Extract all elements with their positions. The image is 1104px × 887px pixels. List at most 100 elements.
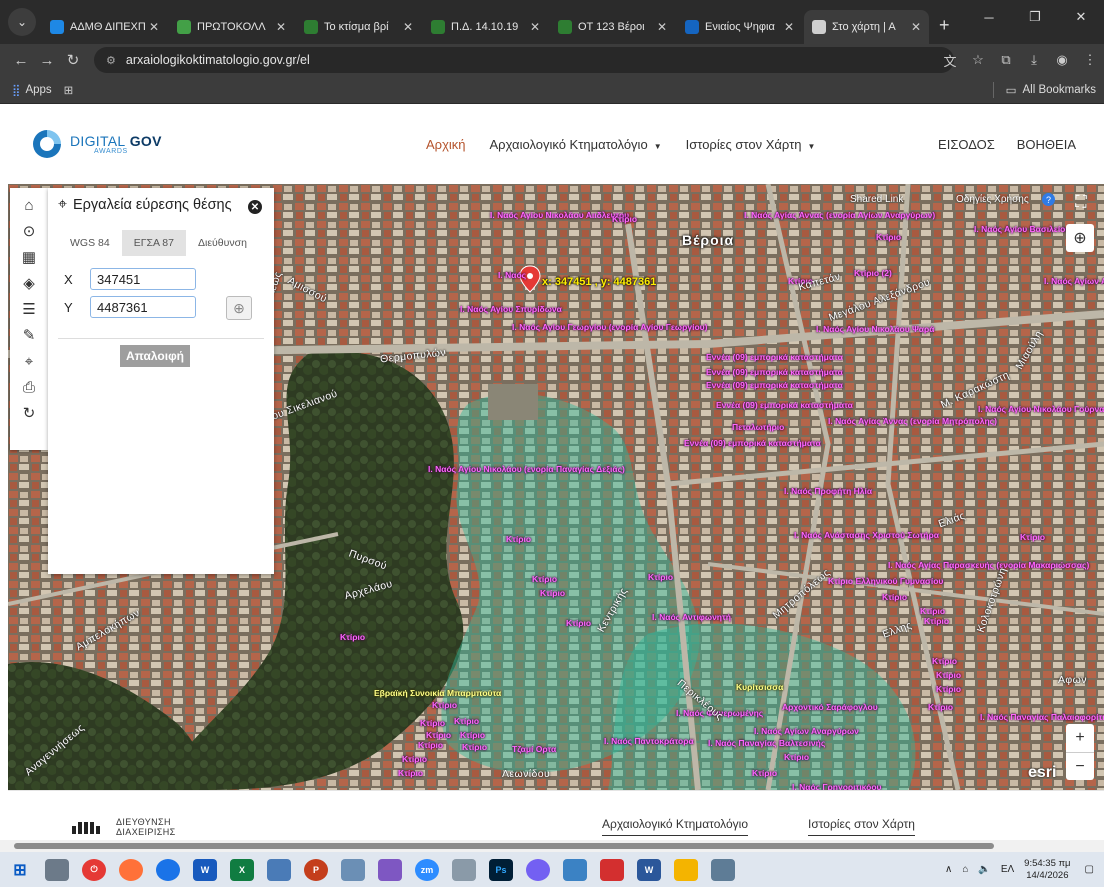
acrobat-icon[interactable]	[600, 858, 624, 881]
minimize-icon[interactable]: ─	[966, 0, 1012, 34]
map-feature-label[interactable]: Κυρίτσισσα	[736, 682, 783, 692]
volume-icon[interactable]: 🔈	[978, 864, 990, 875]
map-feature-label[interactable]: Κτίριο	[506, 534, 531, 544]
measure-ruler-icon[interactable]: ✎	[17, 322, 41, 348]
map-feature-label[interactable]: Κτίριο	[532, 574, 557, 584]
map-feature-label[interactable]: Κτίριο Ελληνικού Γυμνασίου	[828, 576, 943, 586]
paint-icon[interactable]	[674, 858, 698, 881]
power-app-icon[interactable]: ⏻	[82, 858, 106, 881]
file-explorer-icon[interactable]	[45, 858, 69, 881]
map-feature-label[interactable]: Κτίριο	[784, 752, 809, 762]
map-feature-label[interactable]: Ι. Ναός Παντοκράτορα	[604, 736, 694, 746]
nav-home[interactable]: Αρχική	[426, 137, 466, 152]
map-feature-label[interactable]: Ι. Ναός Αγίου Γεωργίου (ενορία Αγίου Γεω…	[512, 322, 707, 332]
map-feature-label[interactable]: Κτίριο	[420, 718, 445, 728]
map-feature-label[interactable]: Ι. Ναός Αντιφωνητή	[652, 612, 731, 622]
map-feature-label[interactable]: Εννέα (09) εμπορικά καταστήματα	[706, 380, 843, 390]
app-icon[interactable]	[711, 858, 735, 881]
tab-search-chevron-icon[interactable]: ⌄	[8, 8, 36, 36]
all-bookmarks[interactable]: ▭ All Bookmarks	[992, 76, 1096, 104]
map-feature-label[interactable]: Ι. Ναός Αγίας Παρασκευής (ενορία Μακαριώ…	[888, 560, 1089, 570]
map-feature-label[interactable]: Ι. Ναός Ανάστασης Χριστού Σωτήρα	[794, 530, 939, 540]
app-icon[interactable]	[563, 858, 587, 881]
map-feature-label[interactable]: Ι. Ναός Αγίων Α	[1044, 276, 1104, 286]
refresh-icon[interactable]: ↻	[17, 400, 41, 426]
map-feature-label[interactable]: Ι. Ναός Γρηγοριτικόου	[792, 782, 881, 790]
tray-chevron-icon[interactable]: ∧	[945, 864, 952, 875]
map-feature-label[interactable]: Κτίριο	[928, 702, 953, 712]
map-feature-label[interactable]: Εβραϊκή Συνοικία Μπαρμπούτα	[374, 688, 501, 698]
clock[interactable]: 9:54:35 πμ 14/4/2026	[1024, 858, 1070, 882]
map-feature-label[interactable]: Κτίριο	[566, 618, 591, 628]
back-arrow-icon[interactable]: ←	[8, 52, 34, 69]
pen-app-icon[interactable]	[378, 858, 402, 881]
reload-icon[interactable]: ↻	[60, 51, 86, 69]
map-feature-label[interactable]: Εννέα (09) εμπορικά καταστήματα	[684, 438, 821, 448]
nav-help[interactable]: ΒΟΗΘΕΙΑ	[1017, 137, 1076, 152]
footer-link-cadastre[interactable]: Αρχαιολογικό Κτηματολόγιο	[602, 817, 748, 836]
browser-tab[interactable]: ΠΡΩΤΟΚΟΛΛ ✕	[169, 10, 294, 44]
map-feature-label[interactable]: Ι. Ναός Αγίου Σπυρίδωνα	[460, 304, 562, 314]
map-feature-label[interactable]: Κτίριο	[920, 606, 945, 616]
map-feature-label[interactable]: Ι. Ναός Αγίου Νικολάου (ενορία Παναγίας …	[428, 464, 625, 474]
map-view[interactable]: Ι. Ναός Αγίου Νικολάου Αιιδλευτου Ι. Ναός…	[8, 184, 1104, 790]
map-feature-label[interactable]: Κτίριο	[882, 592, 907, 602]
map-feature-label[interactable]: Κτίριο	[462, 742, 487, 752]
extensions-icon[interactable]: ⧉	[992, 52, 1020, 68]
map-feature-label[interactable]: Αρχοντικό Σαράφογλου	[782, 702, 878, 712]
home-extent-icon[interactable]: ⌂	[17, 192, 41, 218]
y-coordinate-input[interactable]	[90, 296, 196, 318]
map-feature-label[interactable]: Κτίριο	[612, 214, 637, 224]
restore-icon[interactable]: ❐	[1012, 0, 1058, 34]
compass-icon[interactable]: ⊕	[1066, 224, 1094, 252]
tab-close-icon[interactable]: ✕	[784, 20, 794, 34]
nav-stories[interactable]: Ιστορίες στον Χάρτη ▼	[686, 137, 816, 152]
firefox-icon[interactable]	[119, 858, 143, 881]
map-feature-label[interactable]: Κτίριο	[1020, 532, 1045, 542]
map-feature-label[interactable]: Ι. Ναός	[498, 270, 526, 280]
browser-tab[interactable]: Στο χάρτη | Α ✕	[804, 10, 929, 44]
browser-tab[interactable]: Το κτίσμα βρί ✕	[296, 10, 421, 44]
coordinate-tool-icon[interactable]: ⌖	[17, 348, 41, 374]
map-feature-label[interactable]: Τζαμί Ορτα	[512, 744, 556, 754]
map-feature-label[interactable]: Κτίριο	[432, 700, 457, 710]
chrome-icon[interactable]	[156, 858, 180, 881]
browser-menu-icon[interactable]: ⋮	[1076, 52, 1104, 68]
footer-link-stories[interactable]: Ιστορίες στον Χάρτη	[808, 817, 915, 836]
horizontal-scrollbar[interactable]	[0, 840, 1104, 852]
tab-close-icon[interactable]: ✕	[657, 20, 667, 34]
map-feature-label[interactable]: Εννέα (09) εμπορικά καταστήματα	[716, 400, 853, 410]
site-info-icon[interactable]: ⚙	[106, 54, 116, 67]
forward-arrow-icon[interactable]: →	[34, 52, 60, 69]
map-feature-label[interactable]: Κτίριο	[936, 684, 961, 694]
crs-tab[interactable]: Διεύθυνση	[186, 230, 259, 256]
legend-list-icon[interactable]: ☰	[17, 296, 41, 322]
map-feature-label[interactable]: Κτίριο	[460, 730, 485, 740]
downloads-icon[interactable]: ⤓	[1020, 52, 1048, 68]
zoom-in-button[interactable]: +	[1066, 724, 1094, 752]
print-icon[interactable]: ⎙	[17, 374, 41, 400]
close-window-icon[interactable]: ✕	[1058, 0, 1104, 34]
usage-guide-label[interactable]: Οδηγίες Χρήσης	[956, 194, 1029, 205]
apps-bookmark[interactable]: Apps	[25, 84, 51, 96]
nav-cadastre[interactable]: Αρχαιολογικό Κτηματολόγιο ▼	[490, 137, 662, 152]
map-feature-label[interactable]: Κτίριο	[876, 232, 901, 242]
url-omnibox[interactable]: ⚙ arxaiologikoktimatologio.gov.gr/el	[94, 47, 954, 73]
zoom-icon[interactable]: zm	[415, 858, 439, 881]
word-icon[interactable]: W	[637, 858, 661, 881]
windows-start-icon[interactable]: ⊞	[8, 859, 32, 881]
network-icon[interactable]: ⌂	[962, 864, 968, 875]
crs-tab[interactable]: ΕΓΣΑ 87	[121, 230, 186, 256]
tab-close-icon[interactable]: ✕	[530, 20, 540, 34]
map-feature-label[interactable]: Κτίριο	[340, 632, 365, 642]
excel-icon[interactable]: X	[230, 858, 254, 881]
language-indicator[interactable]: ΕΛ	[1001, 864, 1014, 875]
map-feature-label[interactable]: Ι. Ναός Αγίου Νικολάου Ψαρά	[816, 324, 934, 334]
nav-login[interactable]: ΕΙΣΟΔΟΣ	[938, 137, 995, 152]
calculator-icon[interactable]	[452, 858, 476, 881]
browser-tab[interactable]: Ενιαίος Ψηφια ✕	[677, 10, 802, 44]
map-feature-label[interactable]: Κτίριο (2)	[854, 268, 892, 278]
map-feature-label[interactable]: Πεταλωτήριο	[732, 422, 784, 432]
digital-gov-logo[interactable]: DIGITAL GOV AWARDS	[30, 127, 162, 161]
layers-icon[interactable]: ◈	[17, 270, 41, 296]
